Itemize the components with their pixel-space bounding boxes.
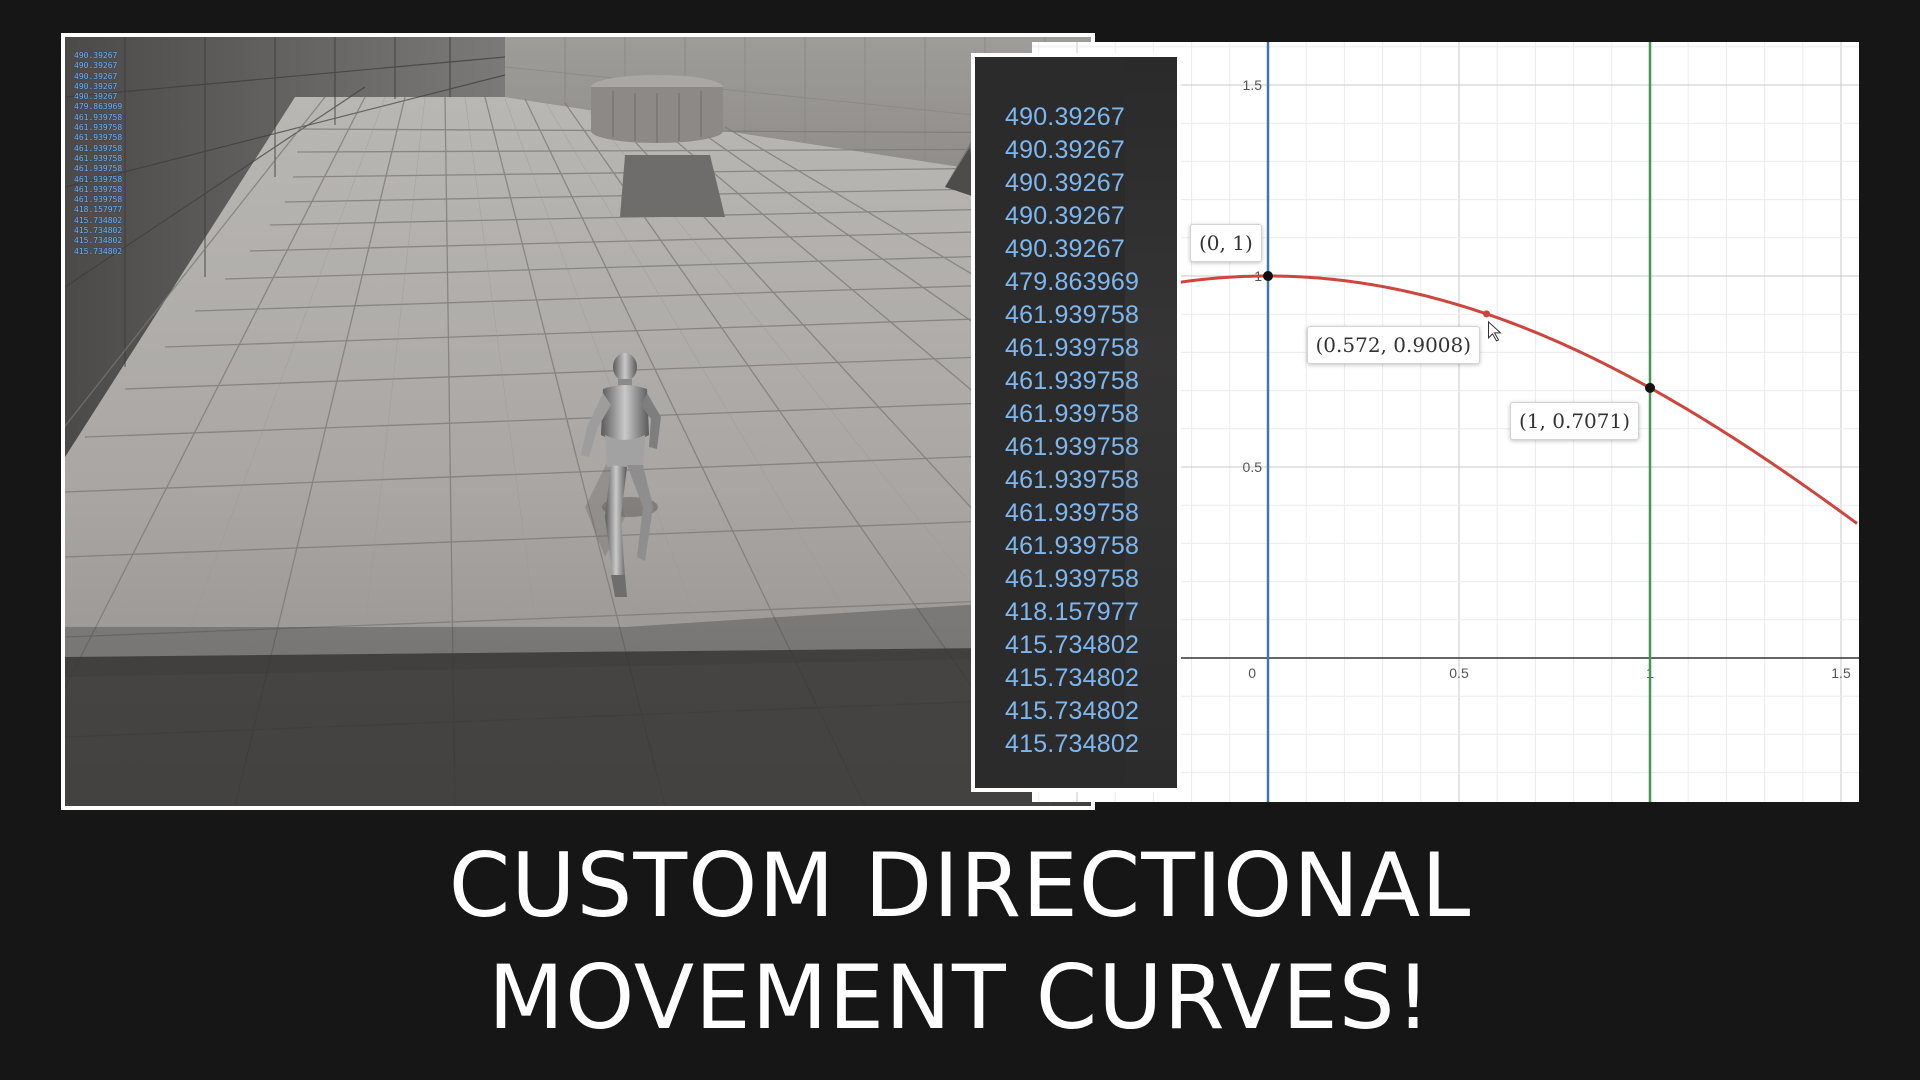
game-viewport: 490.39267 490.39267 490.39267 490.39267 490.… (61, 33, 1095, 810)
debug-value-small: 461.939758 (74, 112, 123, 122)
title-line-2: MOVEMENT CURVES! (488, 946, 1432, 1049)
x-tick-label: 1.5 (1831, 665, 1851, 681)
debug-value: 461.939758 (1005, 334, 1140, 362)
debug-value: 461.939758 (1005, 499, 1140, 527)
debug-value-small: 461.939758 (74, 133, 123, 143)
debug-value: 490.39267 (1005, 169, 1125, 197)
zoomed-debug-panel: 490.39267 490.39267 490.39267 490.39267 490.… (971, 53, 1181, 792)
debug-value: 415.734802 (1005, 697, 1140, 725)
debug-value: 490.39267 (1005, 202, 1125, 230)
debug-value-small: 461.939758 (74, 195, 123, 205)
thumbnail: 490.39267 490.39267 490.39267 490.39267 490.… (0, 0, 1920, 1080)
debug-value-list-zoomed: 490.39267 490.39267 490.39267 490.39267 490.… (1005, 101, 1139, 761)
debug-value-small: 461.939758 (74, 153, 123, 163)
debug-value-small: 415.734802 (74, 215, 123, 225)
debug-value: 461.939758 (1005, 466, 1140, 494)
debug-value: 415.734802 (1005, 730, 1140, 758)
curve-point (1645, 382, 1655, 393)
y-tick-label: 0.5 (1243, 459, 1263, 475)
point-label: (0.572, 0.9008) (1306, 325, 1481, 364)
debug-value-small: 490.39267 (74, 71, 118, 81)
debug-value-small: 461.939758 (74, 164, 123, 174)
debug-value: 461.939758 (1005, 367, 1140, 395)
x-tick-label: 0.5 (1449, 665, 1469, 681)
y-tick-label: 1.5 (1243, 77, 1263, 93)
debug-value-small: 479.863969 (74, 102, 123, 112)
debug-value-small: 418.157977 (74, 205, 123, 215)
curve-point (1263, 271, 1273, 281)
debug-value: 415.734802 (1005, 631, 1140, 659)
curve-point (1483, 310, 1491, 318)
debug-value: 461.939758 (1005, 565, 1140, 593)
debug-value-small: 490.39267 (74, 51, 118, 60)
debug-value: 490.39267 (1005, 103, 1125, 131)
debug-value-small: 461.939758 (74, 143, 123, 153)
title-line-1: CUSTOM DIRECTIONAL (448, 834, 1472, 937)
debug-value-small: 461.939758 (74, 174, 123, 184)
debug-value: 490.39267 (1005, 136, 1125, 164)
debug-value: 461.939758 (1005, 400, 1140, 428)
point-label: (1, 0.7071) (1510, 401, 1640, 440)
debug-value-small: 461.939758 (74, 123, 123, 133)
debug-value-small: 490.39267 (74, 61, 118, 71)
thumbnail-title: CUSTOM DIRECTIONAL MOVEMENT CURVES! (0, 830, 1920, 1054)
debug-value: 418.157977 (1005, 598, 1140, 626)
x-tick-label: 0 (1248, 665, 1256, 681)
debug-value-list-small: 490.39267 490.39267 490.39267 490.39267 490.… (74, 51, 122, 257)
debug-value: 461.939758 (1005, 301, 1140, 329)
debug-value-small: 490.39267 (74, 92, 118, 102)
debug-value-small: 415.734802 (74, 246, 123, 256)
debug-value-small: 415.734802 (74, 226, 123, 236)
debug-value: 490.39267 (1005, 235, 1125, 263)
debug-value-small: 461.939758 (74, 184, 123, 194)
debug-value: 479.863969 (1005, 268, 1140, 296)
cursor-icon (1488, 320, 1502, 342)
debug-value: 415.734802 (1005, 664, 1140, 692)
scene-illustration (65, 37, 1091, 806)
debug-value-small: 490.39267 (74, 81, 118, 91)
debug-value: 461.939758 (1005, 433, 1140, 461)
debug-value: 461.939758 (1005, 532, 1140, 560)
point-label: (0, 1) (1190, 224, 1262, 262)
debug-value-small: 415.734802 (74, 236, 123, 246)
